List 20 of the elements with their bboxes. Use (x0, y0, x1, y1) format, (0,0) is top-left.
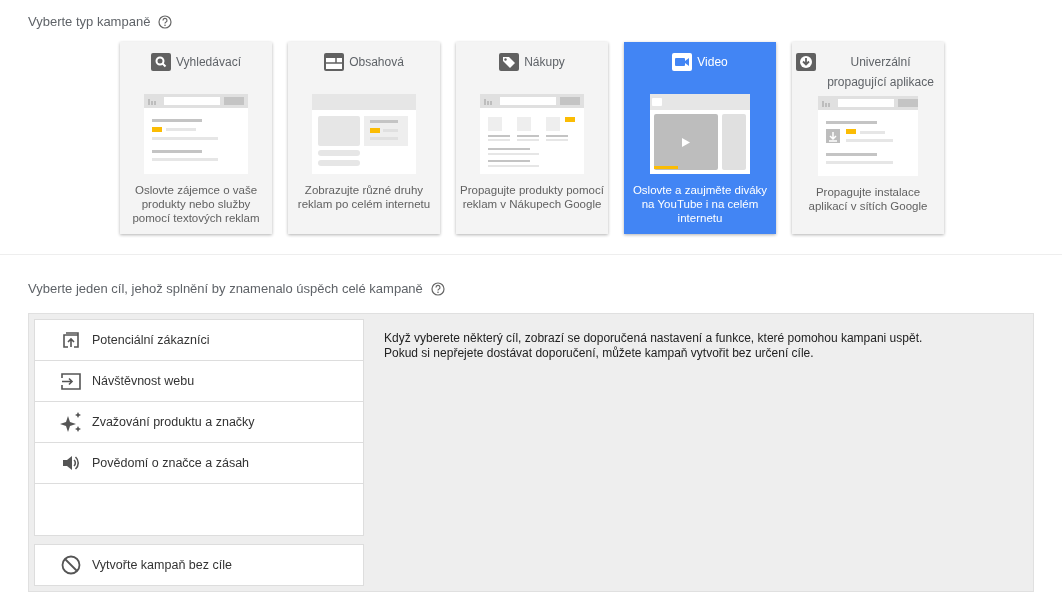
card-title: Obsahová (349, 54, 404, 71)
campaign-type-card[interactable]: Vyhledávací Oslovte zájemce o vaše produkty nebo služby pomocí textových reklam (120, 42, 272, 234)
section-heading: Vyberte jeden cíl, jehož splnění by znamenalo úspěch celé kampaně (28, 281, 423, 296)
card-description: Propagujte instalace aplikací v sítích Google (807, 185, 929, 213)
no-goal-option[interactable]: Vytvořte kampaň bez cíle (34, 544, 364, 586)
card-title: Univerzální propagující aplikace (826, 54, 935, 91)
info-text: Když vyberete některý cíl, zobrazí se doporučená nastavení a funkce, které pomohou kampani uspět. (384, 331, 923, 346)
card-title: Video (697, 54, 728, 71)
campaign-type-card[interactable]: Video Oslovte a zaujměte diváky na YouTube i na celém internetu (624, 42, 776, 234)
info-text: Pokud si nepřejete dostávat doporučení, můžete kampaň vytvořit bez určení cíle. (384, 346, 815, 361)
card-title: Vyhledávací (176, 54, 241, 71)
section-heading: Vyberte typ kampaně (28, 14, 151, 29)
card-description: Zobrazujte různé druhy reklam po celém internetu (296, 183, 432, 211)
campaign-type-card[interactable]: Univerzální propagující aplikace Propagujte instalace aplikací v sítích Google (792, 42, 944, 234)
card-description: Oslovte a zaujměte diváky na YouTube i na celém internetu (631, 183, 769, 225)
card-description: Oslovte zájemce o vaše produkty nebo služby pomocí textových reklam (131, 183, 261, 225)
card-title: Nákupy (524, 54, 565, 71)
campaign-type-card[interactable]: Obsahová Zobrazujte různé druhy reklam po celém internetu (288, 42, 440, 234)
card-description: Propagujte produkty pomocí reklam v Nákupech Google (460, 183, 604, 211)
campaign-type-card[interactable]: Nákupy Propagujte produkty pomocí reklam v Nákupech Google (456, 42, 608, 234)
